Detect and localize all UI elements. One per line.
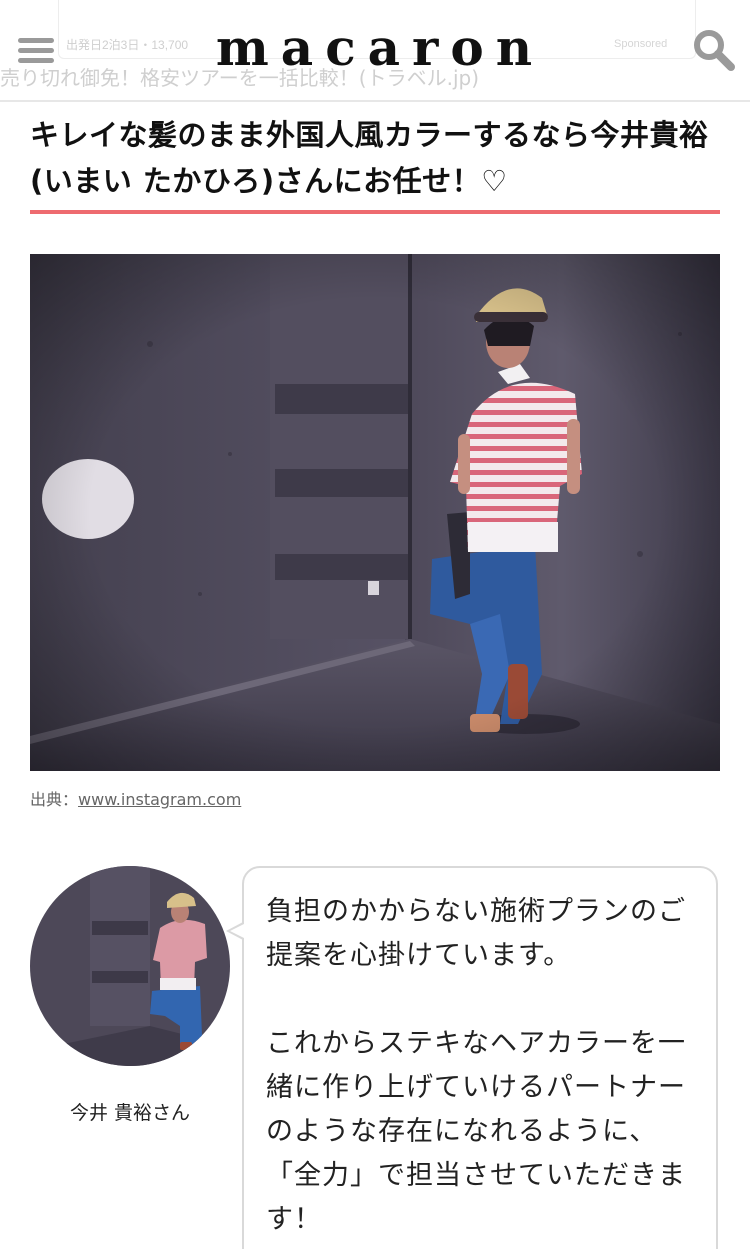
site-header: 出発日2泊3日・13,700 Sponsored 売り切れ御免！格安ツアーを一括… [0, 0, 750, 102]
speech-bubble-tail-fill [230, 924, 244, 938]
quote-paragraph: これからステキなヘアカラーを一緒に作り上げていけるパートナーのような存在になれる… [266, 1028, 686, 1235]
quote-paragraph: 負担のかからない施術プランのご提案を心掛けています。 [266, 896, 686, 971]
caption-prefix: 出典： [30, 790, 79, 809]
search-icon[interactable] [692, 28, 736, 72]
speaker-name: 今井 貴裕さん [69, 1102, 191, 1124]
article-title: キレイな髪のまま外国人風カラーするなら今井貴裕(いまい たかひろ)さんにお任せ！… [30, 118, 709, 198]
article-page: 出発日2泊3日・13,700 Sponsored 売り切れ御免！格安ツアーを一括… [0, 0, 750, 1249]
site-logo[interactable]: macaron [0, 16, 750, 80]
source-link[interactable]: www.instagram.com [78, 790, 241, 809]
title-underline [30, 210, 720, 214]
speech-bubble: 負担のかからない施術プランのご提案を心掛けています。 これからステキなヘアカラー… [242, 866, 718, 1249]
photo-caption: 出典：www.instagram.com [30, 786, 241, 810]
speaker-avatar [30, 866, 230, 1066]
stylist-photo [30, 254, 720, 771]
